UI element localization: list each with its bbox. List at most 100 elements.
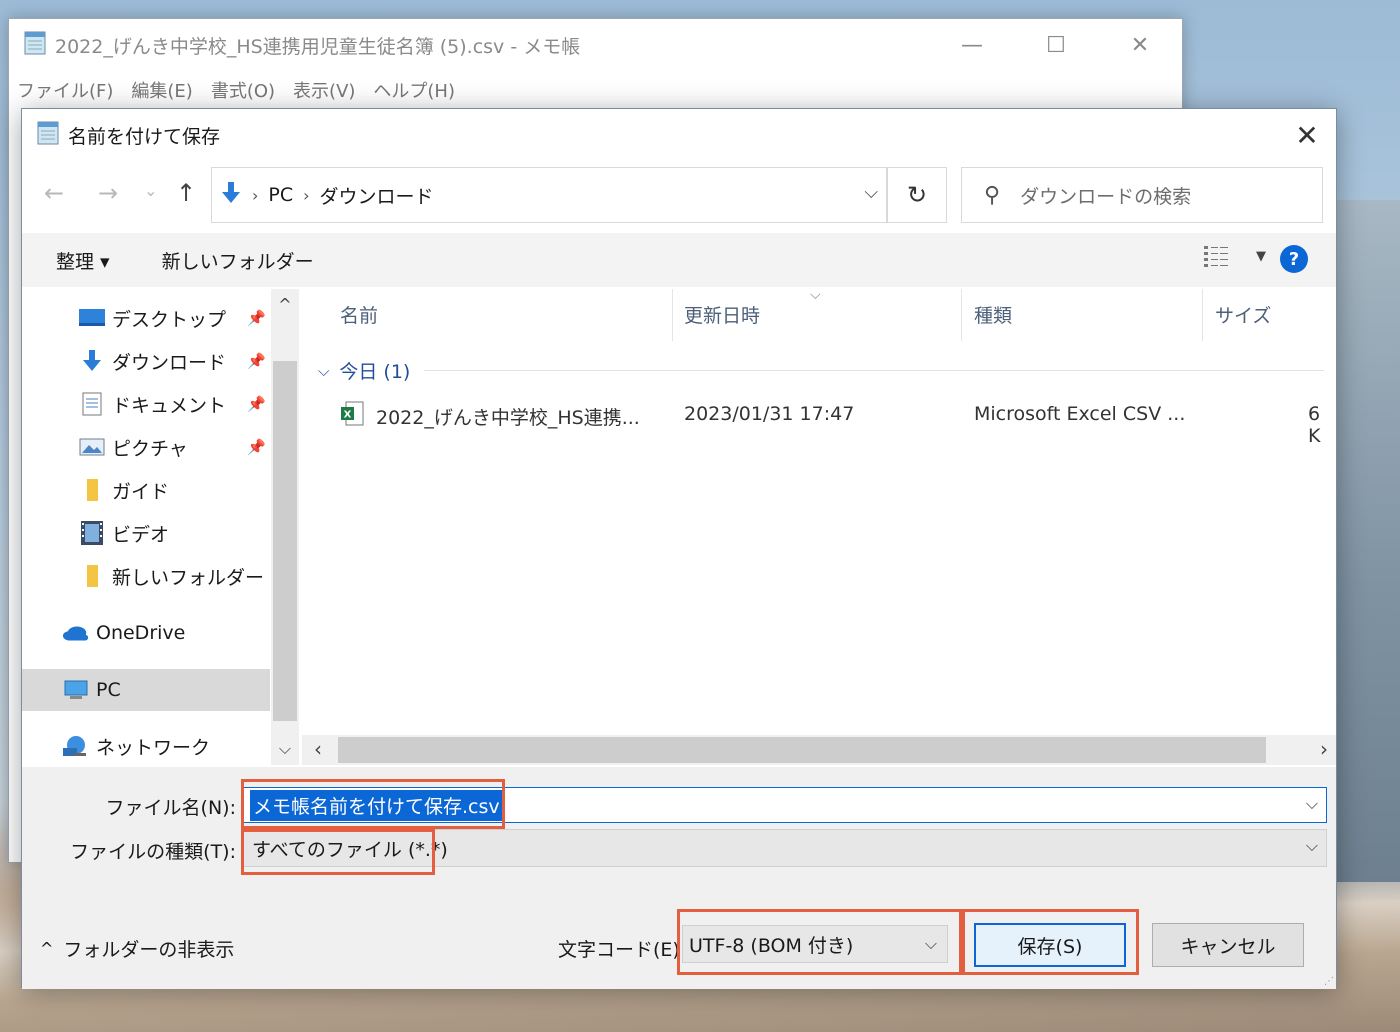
group-collapse-chevron-icon[interactable]: ⌵ [318,362,329,380]
navigation-pane: デスクトップ 📌 ダウンロード 📌 ドキュメント 📌 ピクチャ 📌 ガイド ビデ… [22,289,270,765]
search-placeholder: ダウンロードの検索 [1020,185,1192,208]
column-header-modified[interactable]: 更新日時 [684,301,760,328]
tree-item-label: ダウンロード [112,351,227,374]
scrollbar-thumb[interactable] [338,737,1266,763]
tree-item-label: デスクトップ [112,308,227,331]
tree-item-videos[interactable]: ビデオ [22,512,270,554]
navigation-bar: ← → ⌄ ↑ › PC › ダウンロード ⌵ ↻ ⚲ ダウンロードの検索 [22,165,1336,225]
breadcrumb-separator-icon: › [303,185,310,205]
file-modified: 2023/01/31 17:47 [684,403,855,425]
file-name: 2022_げんき中学校_HS連携... [376,407,640,429]
tree-item-documents[interactable]: ドキュメント 📌 [22,383,270,425]
organize-menu-button[interactable]: 整理 ▾ [56,247,110,274]
column-divider[interactable] [672,289,673,341]
breadcrumb-pc[interactable]: PC [268,184,293,206]
navigation-pane-scrollbar[interactable]: ^ ⌵ [271,289,299,765]
menu-format[interactable]: 書式(O) [211,77,275,103]
filetype-label: ファイルの種類(T): [70,841,236,863]
column-header-type[interactable]: 種類 [974,301,1012,328]
menu-file[interactable]: ファイル(F) [17,77,113,103]
desktop-icon [78,308,106,328]
scroll-left-icon[interactable]: ‹ [314,737,322,761]
filename-dropdown-chevron-icon[interactable]: ⌵ [1306,794,1318,814]
breadcrumb-separator-icon: › [252,185,259,205]
notepad-title: 2022_げんき中学校_HS連携用児童生徒名簿 (5).csv - メモ帳 [55,35,581,58]
breadcrumb-downloads[interactable]: ダウンロード [320,182,434,209]
pin-icon: 📌 [247,395,266,413]
encoding-select[interactable]: UTF-8 (BOM 付き) ⌵ [682,925,948,963]
tree-item-label: ドキュメント [112,394,227,417]
save-as-dialog: 名前を付けて保存 ✕ ← → ⌄ ↑ › PC › ダウンロード ⌵ ↻ ⚲ ダ… [21,108,1337,989]
save-options-area: ファイル名(N): メモ帳名前を付けて保存.csv ⌵ ファイルの種類(T): … [22,767,1336,989]
encoding-value: UTF-8 (BOM 付き) [689,934,854,957]
dialog-title: 名前を付けて保存 [68,125,221,148]
column-divider[interactable] [1202,289,1203,341]
recent-locations-chevron-icon[interactable]: ⌄ [144,181,157,200]
notepad-app-icon [36,120,60,151]
tree-item-label: ピクチャ [112,437,188,460]
notepad-app-icon [23,30,47,61]
tree-item-onedrive[interactable]: OneDrive [22,612,270,654]
scroll-right-icon[interactable]: › [1320,737,1328,761]
scroll-down-icon[interactable]: ⌵ [271,739,299,759]
scrollbar-thumb[interactable] [273,361,297,721]
maximize-button[interactable]: ☐ [1014,33,1098,58]
column-header-size[interactable]: サイズ [1215,301,1271,328]
column-divider[interactable] [961,289,962,341]
filetype-dropdown-chevron-icon[interactable]: ⌵ [1306,836,1318,856]
help-icon[interactable]: ? [1280,245,1308,273]
pc-icon [62,679,90,701]
address-bar[interactable]: › PC › ダウンロード ⌵ [211,167,887,223]
refresh-button[interactable]: ↻ [887,167,947,223]
scroll-up-icon[interactable]: ^ [271,295,299,314]
file-list-horizontal-scrollbar[interactable]: ‹ › [302,735,1336,765]
up-button[interactable]: ↑ [176,179,196,207]
menu-view[interactable]: 表示(V) [293,77,355,103]
menu-help[interactable]: ヘルプ(H) [373,77,455,103]
address-dropdown-chevron-icon[interactable]: ⌵ [864,182,878,203]
dialog-titlebar: 名前を付けて保存 ✕ [22,109,1336,161]
back-button[interactable]: ← [44,179,64,207]
tree-item-label: 新しいフォルダー [112,566,265,589]
tree-item-downloads[interactable]: ダウンロード 📌 [22,340,270,382]
tree-item-new-folder[interactable]: 新しいフォルダー [22,555,270,597]
tree-item-pictures[interactable]: ピクチャ 📌 [22,426,270,468]
tree-item-guide[interactable]: ガイド [22,469,270,511]
menu-edit[interactable]: 編集(E) [131,77,192,103]
minimize-button[interactable]: — [930,33,1014,58]
chevron-up-icon: ^ [40,939,54,958]
file-row[interactable]: X 2022_げんき中学校_HS連携... 2023/01/31 17:47 M… [302,393,1336,447]
encoding-dropdown-chevron-icon[interactable]: ⌵ [925,934,937,954]
forward-button[interactable]: → [98,179,118,207]
tree-item-desktop[interactable]: デスクトップ 📌 [22,297,270,339]
filename-input[interactable]: メモ帳名前を付けて保存.csv ⌵ [243,787,1327,823]
search-input[interactable]: ⚲ ダウンロードの検索 [961,167,1323,223]
group-header-today[interactable]: ⌵ 今日 (1) [318,357,1325,384]
file-list: ⌵ 名前 更新日時 種類 サイズ ⌵ 今日 (1) X 2022_げんき中学校_… [302,287,1336,765]
view-dropdown-icon[interactable]: ▼ [1256,249,1266,264]
file-type: Microsoft Excel CSV ... [974,403,1186,425]
cancel-button[interactable]: キャンセル [1152,923,1304,967]
command-bar: 整理 ▾ 新しいフォルダー ▼ ? [22,233,1336,287]
view-options-icon[interactable] [1204,245,1230,273]
notepad-close-button[interactable]: ✕ [1098,33,1182,58]
encoding-label: 文字コード(E): [558,939,687,961]
resize-grip-icon[interactable]: ⋰ [1324,976,1334,987]
tree-item-label: PC [96,679,121,701]
hide-folders-button[interactable]: ^ フォルダーの非表示 [40,935,234,962]
pin-icon: 📌 [247,438,266,456]
filetype-value: すべてのファイル (*.*) [252,838,448,861]
dialog-close-button[interactable]: ✕ [1278,109,1336,161]
tree-item-pc[interactable]: PC [22,669,270,711]
column-header-name[interactable]: 名前 [340,301,378,328]
document-icon [78,392,106,416]
new-folder-button[interactable]: 新しいフォルダー [162,247,314,274]
filename-label: ファイル名(N): [105,797,236,819]
save-button[interactable]: 保存(S) [974,923,1126,967]
notepad-titlebar: 2022_げんき中学校_HS連携用児童生徒名簿 (5).csv - メモ帳 — … [9,19,1182,71]
filetype-select[interactable]: すべてのファイル (*.*) ⌵ [243,829,1327,867]
tree-item-label: ガイド [112,480,170,503]
network-icon [62,734,90,758]
pin-icon: 📌 [247,309,266,327]
tree-item-network[interactable]: ネットワーク [22,725,270,767]
